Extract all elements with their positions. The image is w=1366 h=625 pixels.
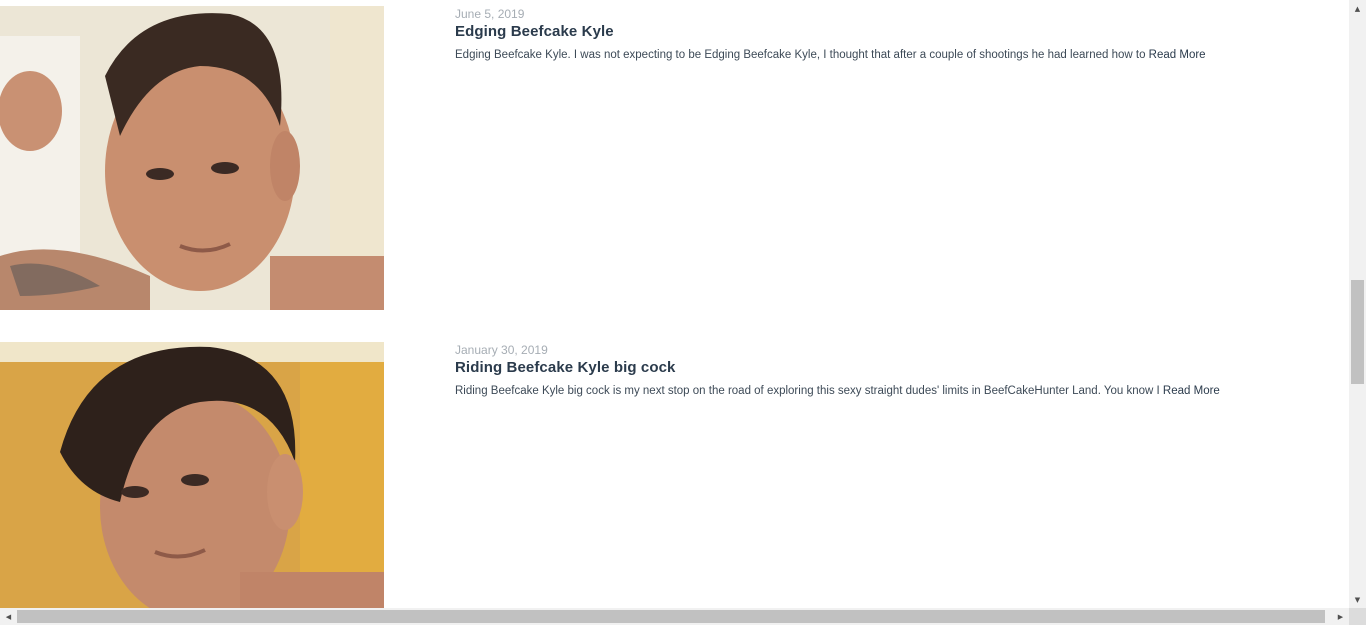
vertical-scrollbar[interactable]: ▲ ▼ (1349, 0, 1366, 608)
vertical-scroll-thumb[interactable] (1351, 280, 1364, 384)
post-meta: January 30, 2019 Riding Beefcake Kyle bi… (455, 343, 1220, 398)
post-item: June 5, 2019 Edging Beefcake Kyle Edging… (0, 0, 1349, 310)
post-excerpt: Edging Beefcake Kyle. I was not expectin… (455, 48, 1206, 62)
post-date: January 30, 2019 (455, 343, 548, 357)
post-title-link[interactable]: Edging Beefcake Kyle (455, 23, 1206, 41)
horizontal-scroll-thumb[interactable] (17, 610, 1325, 623)
post-excerpt: Riding Beefcake Kyle big cock is my next… (455, 384, 1220, 398)
scroll-left-arrow-icon[interactable]: ◀ (0, 608, 17, 625)
blog-post-list: June 5, 2019 Edging Beefcake Kyle Edging… (0, 0, 1349, 608)
man-portrait-image (0, 6, 384, 310)
post-date: June 5, 2019 (455, 7, 525, 21)
horizontal-scrollbar[interactable]: ◀ ▶ (0, 608, 1349, 625)
post-thumbnail[interactable] (0, 6, 384, 310)
man-portrait-image (0, 342, 384, 608)
post-excerpt-text: Riding Beefcake Kyle big cock is my next… (455, 385, 1160, 397)
read-more-link[interactable]: Read More (1149, 49, 1206, 61)
post-thumbnail[interactable] (0, 342, 384, 608)
scroll-down-arrow-icon[interactable]: ▼ (1349, 591, 1366, 608)
post-excerpt-text: Edging Beefcake Kyle. I was not expectin… (455, 49, 1146, 61)
scroll-up-arrow-icon[interactable]: ▲ (1349, 0, 1366, 17)
post-title-link[interactable]: Riding Beefcake Kyle big cock (455, 359, 1220, 377)
post-meta: June 5, 2019 Edging Beefcake Kyle Edging… (455, 7, 1206, 62)
scroll-right-arrow-icon[interactable]: ▶ (1332, 608, 1349, 625)
read-more-link[interactable]: Read More (1163, 385, 1220, 397)
post-item: January 30, 2019 Riding Beefcake Kyle bi… (0, 342, 1349, 608)
scrollbar-corner (1349, 608, 1366, 625)
